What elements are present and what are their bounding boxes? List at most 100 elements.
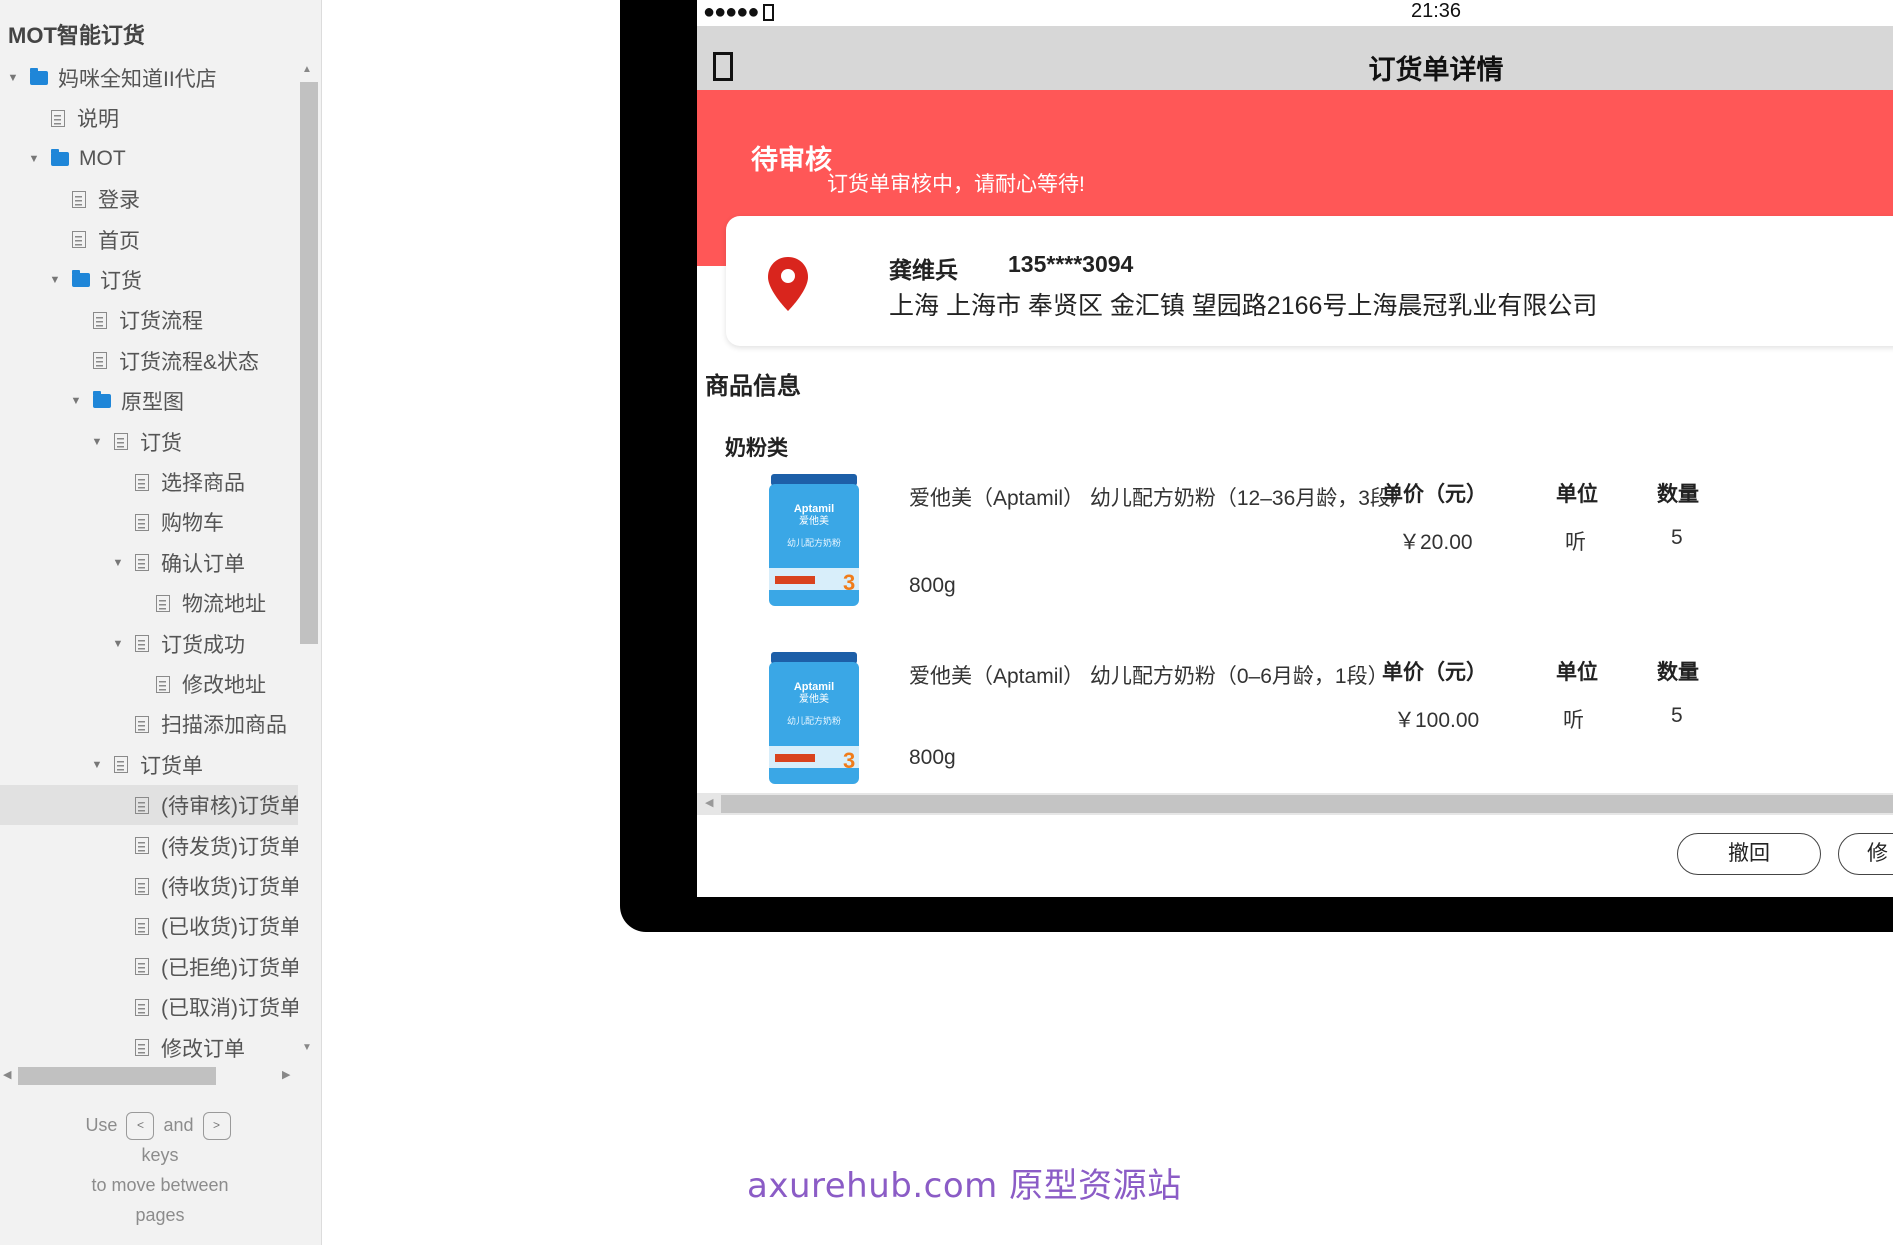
svg-text:3: 3 — [843, 570, 855, 595]
tree-item[interactable]: 登录 — [0, 179, 298, 219]
page-icon — [135, 796, 149, 814]
tree-item[interactable]: ▼ 订货单 — [0, 745, 298, 785]
svg-text:幼儿配方奶粉: 幼儿配方奶粉 — [787, 537, 841, 549]
scroll-left-icon[interactable]: ◀ — [705, 796, 713, 809]
tree-item-label: (已拒绝)订货单 — [161, 956, 298, 980]
page-icon — [135, 998, 149, 1016]
tree-item[interactable]: 选择商品 — [0, 462, 298, 502]
tree-item-label: (已收货)订货单 — [161, 916, 298, 940]
arrow-spacer — [48, 192, 62, 206]
expand-arrow-icon[interactable]: ▼ — [90, 758, 104, 772]
phone-screen: ●●●●● 21:36 订货单详情 待审核 订货单审核中，请耐心等待! 龚维兵 … — [697, 0, 1893, 897]
qty-header: 数量 — [1657, 661, 1699, 684]
address-card: 龚维兵 135****3094 上海 上海市 奉贤区 金汇镇 望园路2166号上… — [726, 216, 1893, 346]
tree-item[interactable]: 修改订单 — [0, 1028, 298, 1058]
scrollbar-thumb[interactable] — [18, 1067, 216, 1085]
page-icon — [114, 433, 128, 451]
tree-item[interactable]: ▼ 订货 — [0, 260, 298, 300]
tree-item-label: 修改地址 — [182, 674, 266, 697]
product-row[interactable]: Aptamil 爱他美 幼儿配方奶粉 3 爱他美（Aptamil） 幼儿配方奶粉… — [697, 474, 1893, 644]
expand-arrow-icon[interactable]: ▼ — [90, 435, 104, 449]
sitemap-sidebar: MOT智能订货 ▼ 妈咪全知道II代店 说明 ▼ MOT 登录 首页 ▼ 订货 订货流程 订货流程&… — [0, 0, 322, 1245]
tree-item-label: (待审核)订货单 — [161, 795, 298, 819]
tree-item[interactable]: (待发货)订货单 — [0, 826, 298, 866]
tree-item[interactable]: 订货流程&状态 — [0, 341, 298, 381]
product-qty: 5 — [1671, 704, 1683, 727]
tree-item[interactable]: (已取消)订货单 — [0, 987, 298, 1027]
scroll-down-icon[interactable]: ▼ — [302, 1042, 312, 1053]
tree-item-label: 扫描添加商品 — [161, 714, 287, 738]
goods-horizontal-scrollbar[interactable]: ◀ — [697, 793, 1893, 815]
tree-item[interactable]: 订货流程 — [0, 300, 298, 340]
page-icon — [135, 473, 149, 491]
prev-key-icon: < — [126, 1112, 155, 1141]
scroll-right-icon[interactable]: ▶ — [282, 1068, 290, 1081]
product-unit: 听 — [1563, 709, 1584, 732]
expand-arrow-icon[interactable]: ▼ — [48, 273, 62, 287]
order-status-banner: 待审核 订货单审核中，请耐心等待! — [697, 90, 1893, 216]
tree-item-label: 原型图 — [121, 391, 184, 415]
withdraw-button[interactable]: 撤回 — [1677, 833, 1821, 875]
expand-arrow-icon[interactable]: ▼ — [69, 394, 83, 408]
tree-item[interactable]: (待收货)订货单 — [0, 866, 298, 906]
expand-arrow-icon[interactable]: ▼ — [111, 637, 125, 651]
page-icon — [93, 311, 107, 329]
arrow-spacer — [132, 677, 146, 691]
tree-item[interactable]: (待审核)订货单 — [0, 785, 298, 826]
folder-icon — [51, 148, 69, 166]
product-image: Aptamil 爱他美 幼儿配方奶粉 3 — [769, 474, 859, 606]
product-image: Aptamil 爱他美 幼儿配方奶粉 3 — [769, 652, 859, 784]
tree-item[interactable]: 修改地址 — [0, 664, 298, 704]
tree-item[interactable]: 购物车 — [0, 502, 298, 542]
hint-and: and — [163, 1115, 194, 1135]
tree-item-label: 订货单 — [140, 754, 203, 778]
section-title: 商品信息 — [705, 373, 801, 400]
product-price: ￥100.00 — [1394, 709, 1480, 732]
scroll-up-icon[interactable]: ▲ — [302, 64, 312, 75]
svg-text:幼儿配方奶粉: 幼儿配方奶粉 — [787, 715, 841, 727]
svg-text:爱他美: 爱他美 — [799, 514, 829, 527]
tree-item-label: 订货流程 — [119, 310, 203, 334]
product-unit: 听 — [1565, 531, 1586, 554]
tree-item[interactable]: 首页 — [0, 220, 298, 260]
tree-item[interactable]: 扫描添加商品 — [0, 704, 298, 744]
expand-arrow-icon[interactable]: ▼ — [6, 71, 20, 85]
tree-item[interactable]: 说明 — [0, 98, 298, 138]
tree-item[interactable]: (已收货)订货单 — [0, 906, 298, 946]
tree-item[interactable]: ▼ 妈咪全知道II代店 — [0, 58, 298, 98]
scroll-left-icon[interactable]: ◀ — [3, 1068, 11, 1081]
folder-icon — [93, 391, 111, 409]
hint-to-move: to move between — [91, 1175, 229, 1196]
sidebar-vertical-scrollbar[interactable]: ▲ ▼ — [298, 60, 320, 1055]
contact-name: 龚维兵 — [889, 257, 958, 283]
expand-arrow-icon[interactable]: ▼ — [27, 152, 41, 166]
page-icon — [135, 958, 149, 976]
tree-item[interactable]: ▼ 原型图 — [0, 381, 298, 421]
price-header: 单价（元） — [1382, 483, 1487, 506]
tree-item-label: MOT — [79, 146, 126, 170]
page-icon — [135, 917, 149, 935]
tree-item[interactable]: 物流地址 — [0, 583, 298, 623]
arrow-spacer — [69, 354, 83, 368]
arrow-spacer — [111, 1041, 125, 1055]
price-header: 单价（元） — [1382, 661, 1487, 684]
arrow-spacer — [69, 313, 83, 327]
sidebar-horizontal-scrollbar[interactable]: ◀ ▶ — [0, 1064, 298, 1088]
tree-item[interactable]: ▼ 确认订单 — [0, 543, 298, 583]
tree-item[interactable]: ▼ 订货成功 — [0, 624, 298, 664]
tree-item[interactable]: ▼ MOT — [0, 139, 298, 179]
arrow-spacer — [111, 879, 125, 893]
product-spec: 800g — [909, 574, 956, 597]
product-name: 爱他美（Aptamil） 幼儿配方奶粉（0–6月龄，1段） — [909, 665, 1389, 688]
tree-item[interactable]: ▼ 订货 — [0, 422, 298, 462]
tree-item[interactable]: (已拒绝)订货单 — [0, 947, 298, 987]
tree-item-label: 订货成功 — [161, 633, 245, 657]
page-tree: ▼ 妈咪全知道II代店 说明 ▼ MOT 登录 首页 ▼ 订货 订货流程 订货流程&状态 ▼ 原型图 ▼ 订… — [0, 58, 298, 1058]
tree-item-label: 首页 — [98, 229, 140, 253]
expand-arrow-icon[interactable]: ▼ — [111, 556, 125, 570]
page-title: 订货单详情 — [1368, 55, 1504, 85]
modify-button[interactable]: 修 — [1838, 833, 1893, 875]
scrollbar-thumb[interactable] — [300, 82, 318, 644]
unit-header: 单位 — [1556, 661, 1598, 684]
scrollbar-thumb[interactable] — [721, 795, 1893, 813]
